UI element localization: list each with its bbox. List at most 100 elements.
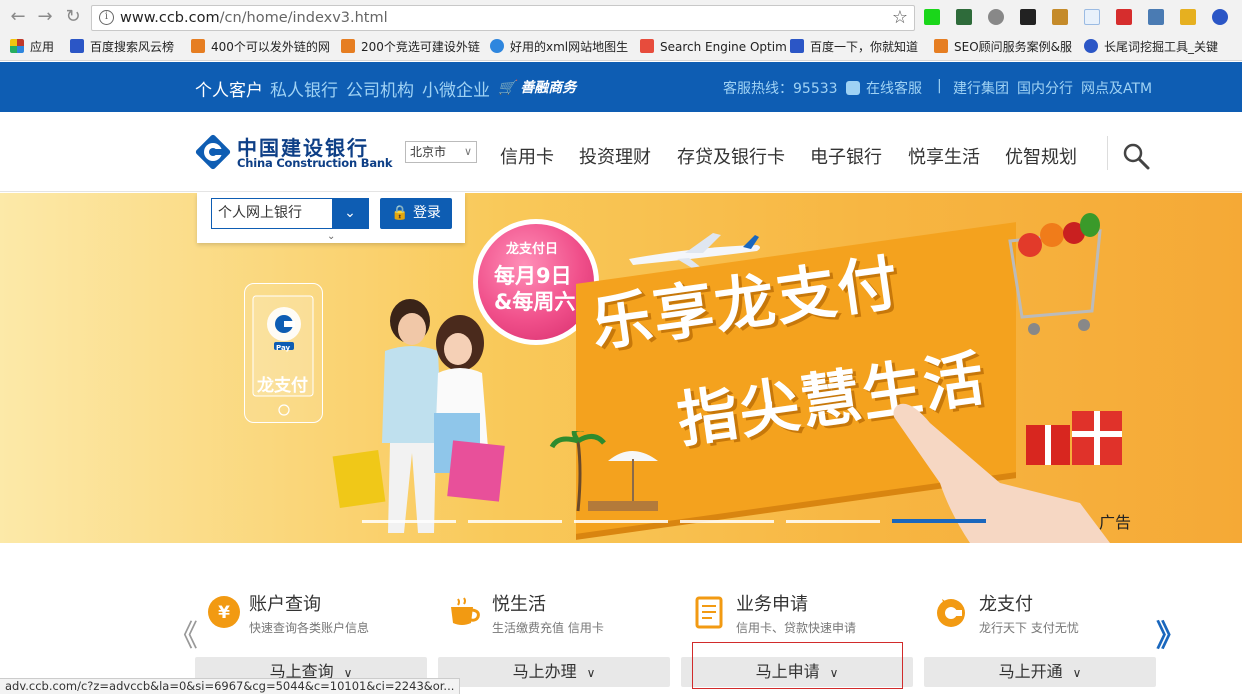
bookmark-item[interactable]: 好用的xml网站地图生 <box>490 39 628 56</box>
badge-line-2: &每周六 <box>494 290 576 314</box>
extension-user-icon[interactable] <box>1212 9 1228 25</box>
bookmark-star-icon[interactable]: ☆ <box>892 7 908 28</box>
beach-illustration <box>549 431 658 512</box>
prev-arrow-icon[interactable]: 《 <box>168 611 198 655</box>
dragon-pay-icon <box>937 599 965 627</box>
chevron-down-icon: ∨ <box>463 145 472 158</box>
ccb-logo-icon[interactable] <box>195 134 231 170</box>
service-title[interactable]: 业务申请 <box>736 590 808 616</box>
phone-caption: 龙支付 <box>257 376 308 396</box>
bookmark-item[interactable]: SEO顾问服务案例&服 <box>934 39 1072 56</box>
carousel-dot[interactable] <box>680 520 774 523</box>
browser-toolbar: ← → ↻ i www.ccb.com/cn/home/indexv3.html… <box>0 0 1242 35</box>
coffee-cup-icon <box>451 597 480 625</box>
link-branches[interactable]: 国内分行 <box>1017 78 1073 98</box>
bookmark-item[interactable]: 百度搜索风云榜 <box>70 39 174 56</box>
document-icon <box>695 596 723 629</box>
carousel-dot[interactable] <box>468 520 562 523</box>
chevron-down-icon: ∨ <box>1072 666 1082 680</box>
browser-chrome: ← → ↻ i www.ccb.com/cn/home/indexv3.html… <box>0 0 1242 61</box>
extension-gear-icon[interactable] <box>988 9 1004 25</box>
extension-fe-icon[interactable] <box>1116 9 1132 25</box>
search-icon[interactable] <box>1122 142 1150 170</box>
bookmark-item[interactable]: 200个竞选可建设外链 <box>341 39 480 56</box>
carousel-dot-active[interactable] <box>892 519 986 523</box>
info-icon[interactable]: i <box>99 10 114 25</box>
extension-arrow-icon[interactable] <box>1180 9 1196 25</box>
link-group[interactable]: 建行集团 <box>953 78 1009 98</box>
logo-english[interactable]: China Construction Bank <box>237 156 393 170</box>
carousel-dot[interactable] <box>574 520 668 523</box>
next-arrow-icon[interactable]: 》 <box>1156 611 1186 655</box>
chevron-down-icon: ∨ <box>586 666 596 680</box>
service-subtitle: 生活缴费充值 信用卡 <box>492 621 604 635</box>
apps-grid-icon <box>10 39 24 53</box>
pulse-icon <box>640 39 654 53</box>
ad-label: 广告 <box>1099 513 1132 532</box>
service-subtitle: 信用卡、贷款快速申请 <box>736 621 857 635</box>
pay-label: Pay <box>276 344 291 352</box>
login-panel: 个人网上银行 ⌄ 🔒 登录 ⌄ <box>197 193 465 243</box>
yuan-coin-icon: ¥ <box>208 596 240 628</box>
extension-green-icon[interactable] <box>924 9 940 25</box>
shopping-cart-illustration <box>1008 213 1102 335</box>
back-icon[interactable]: ← <box>8 7 28 27</box>
expand-chevron-icon[interactable]: ⌄ <box>327 231 335 242</box>
globe-icon <box>490 39 504 53</box>
online-service-link[interactable]: 在线客服 <box>846 78 922 98</box>
highlight-annotation <box>692 642 903 689</box>
page-icon <box>191 39 205 53</box>
bookmark-item[interactable]: 400个可以发外链的网 <box>191 39 330 56</box>
handle-now-button[interactable]: 马上办理 ∨ <box>438 657 670 687</box>
site-header: 中国建设银行 China Construction Bank 北京市 ∨ 信用卡 … <box>0 112 1242 192</box>
reload-icon[interactable]: ↻ <box>63 7 83 27</box>
robot-icon <box>846 81 860 95</box>
carousel-dot[interactable] <box>786 520 880 523</box>
activate-now-button[interactable]: 马上开通 ∨ <box>924 657 1156 687</box>
extension-photo-icon[interactable] <box>1052 9 1068 25</box>
svg-text:¥: ¥ <box>218 603 230 623</box>
address-bar[interactable]: i www.ccb.com/cn/home/indexv3.html ☆ <box>91 5 915 31</box>
lock-icon: 🔒 <box>391 205 409 221</box>
bookmark-item[interactable]: 长尾词挖掘工具_关键 <box>1084 39 1218 56</box>
extension-window-icon[interactable] <box>1148 9 1164 25</box>
service-title[interactable]: 龙支付 <box>979 590 1033 616</box>
cart-icon: 🛒 <box>498 80 516 96</box>
nav-planning[interactable]: 优智规划 <box>1005 143 1077 169</box>
service-title[interactable]: 悦生活 <box>492 590 546 616</box>
shop-link[interactable]: 🛒 善融商务 <box>498 77 576 97</box>
s-logo-icon <box>1084 39 1098 53</box>
bookmark-item[interactable]: 应用 <box>10 39 54 56</box>
topbar-divider: | <box>937 78 942 94</box>
site-topbar: 个人客户 私人银行 公司机构 小微企业 🛒 善融商务 客服热线：95533 在线… <box>0 62 1242 112</box>
bookmark-item[interactable]: 百度一下，你就知道 <box>790 39 918 56</box>
login-type-select[interactable]: 个人网上银行 ⌄ <box>211 198 369 229</box>
bookmark-item[interactable]: Search Engine Optim <box>640 39 787 56</box>
topnav-small-business[interactable]: 小微企业 <box>422 76 490 101</box>
topnav-personal[interactable]: 个人客户 <box>195 76 263 101</box>
nav-e-banking[interactable]: 电子银行 <box>810 143 882 169</box>
nav-lifestyle[interactable]: 悦享生活 <box>908 143 980 169</box>
status-bar-url: adv.ccb.com/c?z=advccb&la=0&si=6967&cg=5… <box>0 678 461 694</box>
nav-credit-card[interactable]: 信用卡 <box>500 143 554 169</box>
phone-illustration: Pay <box>244 283 323 423</box>
extension-html-icon[interactable] <box>956 9 972 25</box>
service-title[interactable]: 账户查询 <box>249 590 321 616</box>
nav-investment[interactable]: 投资理财 <box>579 143 651 169</box>
extension-check-icon[interactable] <box>1020 9 1036 25</box>
service-subtitle: 快速查询各类账户信息 <box>249 621 370 635</box>
city-select[interactable]: 北京市 ∨ <box>405 141 477 163</box>
url-text[interactable]: www.ccb.com/cn/home/indexv3.html <box>120 10 388 26</box>
link-atm[interactable]: 网点及ATM <box>1081 78 1152 98</box>
extension-counter-icon[interactable] <box>1084 9 1100 25</box>
login-button[interactable]: 🔒 登录 <box>380 198 452 229</box>
carousel-dot[interactable] <box>362 520 456 523</box>
topnav-corporate[interactable]: 公司机构 <box>346 76 414 101</box>
hero-banner[interactable]: 个人网上银行 ⌄ 🔒 登录 ⌄ Pay 龙支付 龙支付日 每月9日 &每周六 乐… <box>0 193 1242 543</box>
forward-icon[interactable]: → <box>35 7 55 27</box>
nav-deposit-loan[interactable]: 存贷及银行卡 <box>677 143 785 169</box>
nav-divider <box>1107 136 1108 170</box>
chevron-down-icon[interactable]: ⌄ <box>332 199 368 228</box>
hotline-text: 客服热线：95533 <box>723 81 838 97</box>
topnav-private-banking[interactable]: 私人银行 <box>270 76 338 101</box>
